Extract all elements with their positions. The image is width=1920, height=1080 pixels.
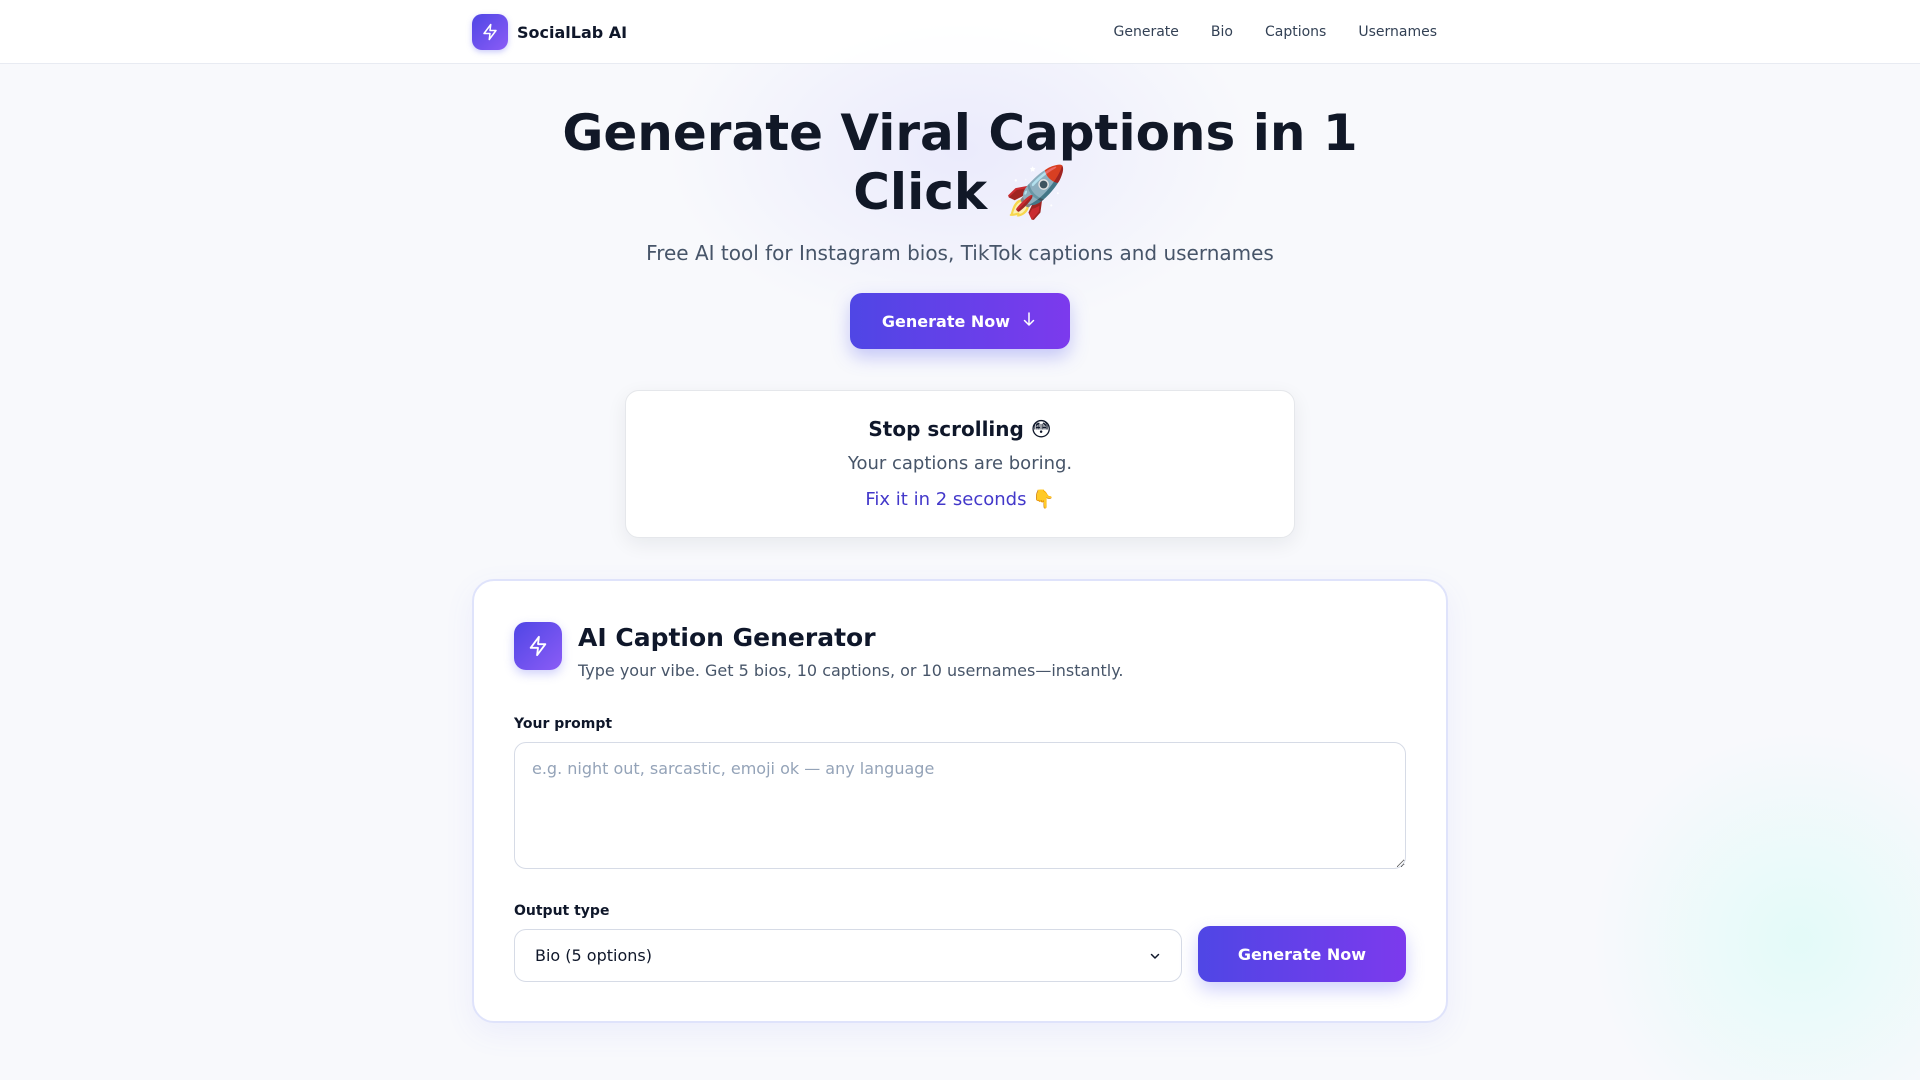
hook-line: Your captions are boring.: [847, 453, 1073, 474]
output-type-label: Output type: [514, 903, 610, 919]
hook-card: Stop scrolling 😳 Your captions are borin…: [625, 390, 1295, 538]
hook-title: Stop scrolling 😳: [868, 417, 1052, 441]
brand-name: SocialLab AI: [517, 22, 628, 42]
nav-links: Generate Bio Captions Usernames: [1114, 0, 1437, 64]
hero-title: Generate Viral Captions in 1 Click 🚀: [562, 104, 1358, 221]
hero-subtitle: Free AI tool for Instagram bios, TikTok …: [646, 241, 1274, 265]
hook-cta-link[interactable]: Fix it in 2 seconds 👇: [626, 489, 1294, 510]
output-type-select[interactable]: Bio (5 options): [514, 929, 1182, 982]
arrow-down-icon: [1020, 310, 1038, 332]
nav-link-captions[interactable]: Captions: [1265, 24, 1326, 40]
generate-button[interactable]: Generate Now: [1198, 926, 1406, 982]
top-navbar: SocialLab AI Generate Bio Captions Usern…: [0, 0, 1920, 64]
prompt-input[interactable]: [514, 742, 1406, 869]
generator-title: AI Caption Generator: [578, 623, 876, 652]
nav-link-usernames[interactable]: Usernames: [1358, 24, 1437, 40]
prompt-label: Your prompt: [514, 716, 613, 732]
hero-generate-label: Generate Now: [881, 311, 1011, 331]
lightning-bolt-icon: [514, 622, 562, 670]
nav-link-generate[interactable]: Generate: [1114, 24, 1179, 40]
output-type-selected: Bio (5 options): [535, 946, 652, 965]
nav-link-bio[interactable]: Bio: [1211, 24, 1233, 40]
chevron-down-icon: [1149, 950, 1161, 962]
generator-description: Type your vibe. Get 5 bios, 10 captions,…: [578, 661, 1124, 680]
hero-generate-button[interactable]: Generate Now: [850, 293, 1070, 349]
brand-home-link[interactable]: SocialLab AI: [472, 13, 627, 51]
lightning-bolt-icon: [472, 14, 508, 50]
caption-generator-card: AI Caption Generator Type your vibe. Get…: [472, 579, 1448, 1023]
